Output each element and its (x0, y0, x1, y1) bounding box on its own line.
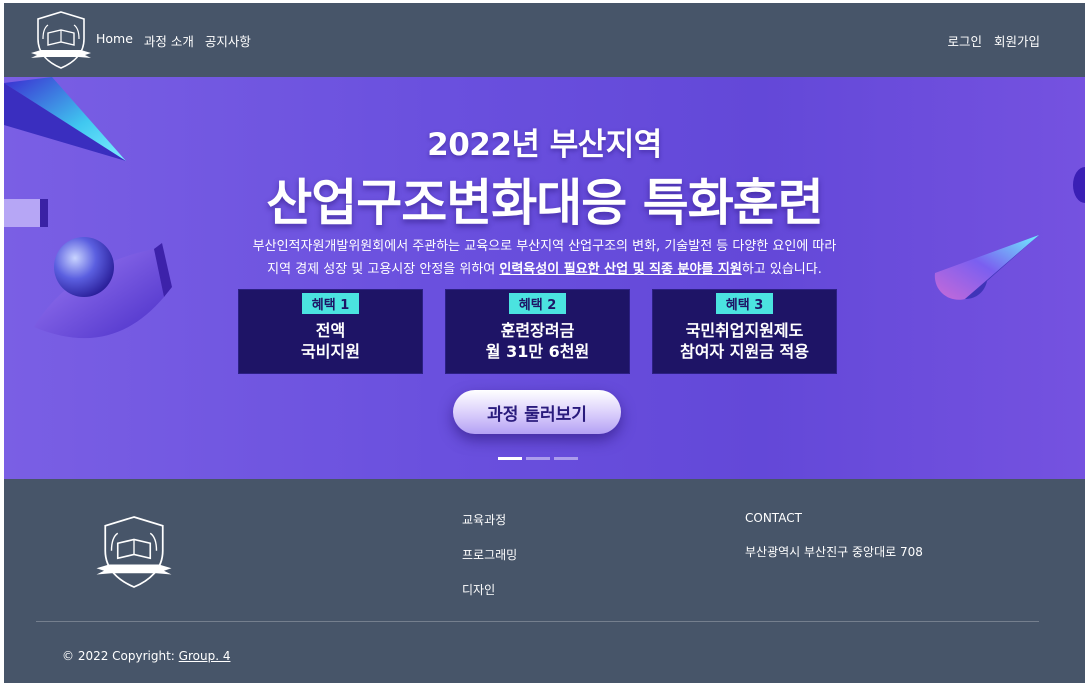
copyright-link[interactable]: Group. 4 (179, 649, 231, 663)
nav-home-link[interactable]: Home (96, 31, 133, 50)
footer-links: 교육과정 프로그래밍 디자인 (462, 511, 517, 616)
site-header: Home 과정 소개 공지사항 로그인 회원가입 (4, 3, 1085, 77)
hero-desc-line1: 부산인적자원개발위원회에서 주관하는 교육으로 부산지역 산업구조의 변화, 기… (252, 239, 837, 254)
benefit-line: 국민취업지원제도 (685, 321, 804, 340)
carousel-dot-1[interactable] (498, 457, 522, 460)
contact-title: CONTACT (745, 511, 802, 525)
hero-title-year: 2022년 부산지역 (427, 127, 662, 163)
hero-desc-line2: 지역 경제 성장 및 고용시장 안정을 위하여 인력육성이 필요한 산업 및 직… (4, 258, 1085, 281)
footer-link-programming[interactable]: 프로그래밍 (462, 546, 517, 563)
hero-title-main: 산업구조변화대응 특화훈련 (266, 174, 823, 232)
signup-link[interactable]: 회원가입 (994, 31, 1040, 50)
benefit-line: 전액 (315, 321, 346, 340)
page-frame: Home 과정 소개 공지사항 로그인 회원가입 2022년 부산지역 산업구조… (4, 3, 1085, 683)
carousel-dot-2[interactable] (526, 457, 550, 460)
benefit-line: 참여자 지원금 적용 (680, 342, 809, 361)
benefit-tag: 혜택 2 (508, 293, 567, 314)
benefit-text: 전액 국비지원 (239, 320, 422, 362)
benefit-text: 국민취업지원제도 참여자 지원금 적용 (653, 320, 836, 362)
benefit-line: 월 31만 6천원 (485, 342, 590, 361)
hero-description: 부산인적자원개발위원회에서 주관하는 교육으로 부산지역 산업구조의 변화, 기… (4, 235, 1085, 281)
benefit-card-1: 혜택 1 전액 국비지원 (238, 289, 423, 374)
hero-desc-highlight: 인력육성이 필요한 산업 및 직종 분야를 지원 (499, 262, 742, 277)
login-link[interactable]: 로그인 (947, 31, 982, 50)
shield-book-logo-icon (96, 516, 172, 588)
benefit-text: 훈련장려금 월 31만 6천원 (446, 320, 629, 362)
nav-notice-link[interactable]: 공지사항 (205, 31, 251, 50)
footer-contact: CONTACT 부산광역시 부산진구 중앙대로 708 (745, 511, 923, 560)
nav-course-intro-link[interactable]: 과정 소개 (144, 31, 194, 50)
hero-desc-line2-pre: 지역 경제 성장 및 고용시장 안정을 위하여 (267, 262, 500, 277)
footer-divider (36, 621, 1039, 622)
site-footer: 교육과정 프로그래밍 디자인 CONTACT 부산광역시 부산진구 중앙대로 7… (4, 479, 1085, 683)
carousel-indicators (498, 457, 578, 460)
hero-desc-line2-post: 하고 있습니다. (741, 262, 822, 277)
carousel-dot-3[interactable] (554, 457, 578, 460)
benefit-card-3: 혜택 3 국민취업지원제도 참여자 지원금 적용 (652, 289, 837, 374)
benefit-tag: 혜택 1 (301, 293, 360, 314)
copyright-text: © 2022 Copyright: (62, 649, 179, 663)
benefit-cards: 혜택 1 전액 국비지원 혜택 2 훈련장려금 월 31만 6천원 혜택 3 국… (238, 289, 837, 374)
footer-link-curriculum[interactable]: 교육과정 (462, 511, 517, 528)
auth-nav: 로그인 회원가입 (947, 31, 1040, 50)
benefit-tag: 혜택 3 (715, 293, 774, 314)
contact-address: 부산광역시 부산진구 중앙대로 708 (745, 545, 923, 559)
benefit-line: 훈련장려금 (500, 321, 575, 340)
main-nav: Home 과정 소개 공지사항 (96, 31, 251, 50)
footer-link-design[interactable]: 디자인 (462, 581, 517, 598)
copyright: © 2022 Copyright: Group. 4 (62, 649, 230, 663)
benefit-card-2: 혜택 2 훈련장려금 월 31만 6천원 (445, 289, 630, 374)
hero-banner: 2022년 부산지역 산업구조변화대응 특화훈련 부산인적자원개발위원회에서 주… (4, 77, 1085, 479)
shield-book-logo-icon[interactable] (29, 9, 93, 71)
browse-courses-button[interactable]: 과정 둘러보기 (453, 390, 621, 434)
benefit-line: 국비지원 (301, 342, 360, 361)
